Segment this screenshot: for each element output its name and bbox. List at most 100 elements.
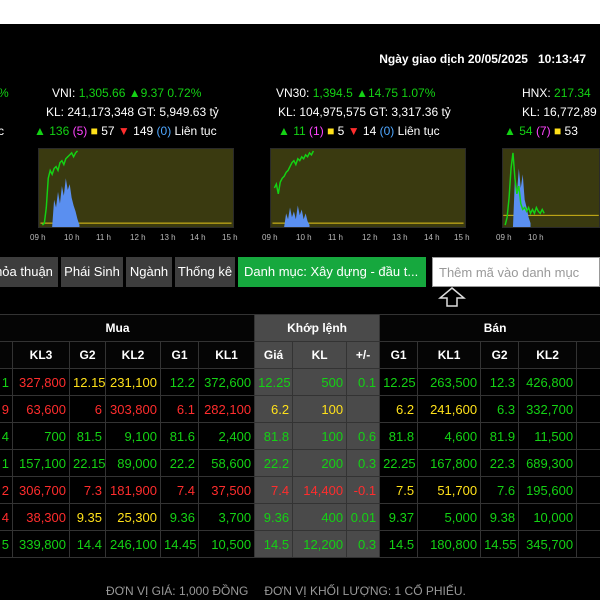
column-header: +/-	[346, 341, 381, 369]
table-cell: 6.1	[160, 395, 199, 423]
table-cell: -0.1	[346, 476, 381, 504]
vn30-ceil-count: (1)	[309, 124, 324, 138]
table-cell: 9	[576, 395, 600, 423]
table-cell: 25,300	[105, 503, 161, 531]
table-cell: 81.6	[160, 422, 199, 450]
table-cell: 14.4	[69, 530, 106, 558]
table-row[interactable]: 4 700 81.5 9,100 81.6 2,400 81.8 100 0.6 81.8 4,60…	[0, 422, 600, 450]
column-header: G2	[480, 341, 520, 369]
table-cell: 14,400	[292, 476, 348, 504]
table-cell: 400	[292, 503, 348, 531]
tab-thong-ke[interactable]: Thống kê	[175, 257, 235, 287]
down-arrow-icon: ▼	[117, 124, 130, 138]
table-cell: 9.36	[254, 503, 294, 531]
top-bar	[0, 0, 600, 24]
table-cell: 306,700	[12, 476, 70, 504]
column-header: Giá	[254, 341, 294, 369]
vn30-pct: 1.07%	[401, 86, 436, 100]
vni-floor-count: (0)	[156, 124, 172, 138]
time-tick: 10 h	[296, 233, 312, 242]
table-cell: 6.2	[254, 395, 294, 423]
table-row[interactable]: 2 306,700 7.3 181,900 7.4 37,500 7.4 14,400 -0.1…	[0, 476, 600, 504]
table-row[interactable]: 5 339,800 14.4 246,100 14.45 10,500 14.5 12,200…	[0, 530, 600, 558]
up-arrow-icon: ▲	[34, 124, 46, 138]
table-cell: 9,100	[105, 422, 161, 450]
vn30-value: 1,394.5	[312, 86, 353, 100]
table-cell: 7.6	[480, 476, 520, 504]
price-unit: ĐƠN VỊ GIÁ: 1,000 ĐỒNG	[106, 584, 249, 598]
hnx-intraday-chart	[502, 148, 600, 228]
table-cell: 14.5	[379, 530, 419, 558]
table-row[interactable]: 4 38,300 9.35 25,300 9.36 3,700 9.36 400 0.01 9.3…	[0, 503, 600, 531]
table-cell: 9.37	[379, 503, 419, 531]
hnx-volume: KL: 16,772,89	[522, 105, 597, 119]
table-cell: 332,700	[518, 395, 578, 423]
up-arrow-icon: ▲	[504, 124, 516, 138]
vni-pct: 0.72%	[167, 86, 202, 100]
vni-volume: KL: 241,173,348 GT: 5,949.63 tỷ	[46, 105, 219, 119]
time-tick: 15 h	[454, 233, 470, 242]
table-cell: 241,600	[417, 395, 482, 423]
volume-unit: ĐƠN VỊ KHỐI LƯỢNG: 1 CỔ PHIẾU.	[264, 584, 466, 598]
column-header: KL2	[105, 341, 161, 369]
vni-ref-count: 57	[101, 124, 115, 138]
table-cell: 200	[292, 449, 348, 477]
vni-summary: VNI: 1,305.66 ▲9.37 0.72%	[52, 86, 201, 100]
tab-nganh[interactable]: Ngành	[126, 257, 172, 287]
vni-up-count: 136	[49, 124, 70, 138]
vni-status: Liên tục	[174, 124, 217, 138]
table-cell: 12.25	[254, 368, 294, 396]
table-cell: 63,600	[12, 395, 70, 423]
table-cell: 14.5	[254, 530, 294, 558]
hnx-ref-count: 53	[564, 124, 578, 138]
table-row[interactable]: 1 157,100 22.15 89,000 22.2 58,600 22.2 200 0.3 2…	[0, 449, 600, 477]
table-cell: 6	[69, 395, 106, 423]
table-cell: 22.15	[69, 449, 106, 477]
table-cell: 5	[0, 530, 13, 558]
table-cell: 7.3	[69, 476, 106, 504]
table-cell: 157,100	[12, 449, 70, 477]
vn30-summary: VN30: 1,394.5 ▲14.75 1.07%	[276, 86, 435, 100]
table-cell: 167,800	[417, 449, 482, 477]
column-header	[0, 341, 13, 369]
table-cell: 9.38	[480, 503, 520, 531]
table-cell: 0.6	[346, 422, 381, 450]
table-cell: 181,900	[105, 476, 161, 504]
table-cell: 4	[576, 503, 600, 531]
table-cell: 4,600	[417, 422, 482, 450]
vn30-gt: GT: 3,317.36 tỷ	[369, 105, 451, 119]
table-cell: 81.5	[69, 422, 106, 450]
tab-thoa-thuan[interactable]: hỏa thuận	[0, 257, 58, 287]
vn30-breadth: ▲ 11 (1) ■ 5 ▼ 14 (0) Liên tục	[278, 124, 440, 138]
table-cell: 0.1	[346, 368, 381, 396]
vn30-status: Liên tục	[397, 124, 440, 138]
column-header: KL2	[518, 341, 578, 369]
time-tick: 09 h	[496, 233, 512, 242]
table-cell: 231,100	[105, 368, 161, 396]
table-cell: 4	[0, 503, 13, 531]
down-arrow-icon: ▼	[347, 124, 360, 138]
tab-danh-muc[interactable]: Danh mục: Xây dựng - đầu t...	[238, 257, 426, 287]
table-cell: 12.15	[69, 368, 106, 396]
column-header-row: KL3 G2 KL2 G1 KL1 Giá KL +/- G1 KL1 G2 KL2	[0, 341, 600, 369]
hnx-ceil-count: (7)	[535, 124, 551, 138]
table-row[interactable]: 1 327,800 12.15 231,100 12.2 372,600 12.25 500 0…	[0, 368, 600, 396]
table-cell: 3,700	[197, 503, 256, 531]
vn30-down-count: 14	[362, 124, 377, 138]
time-tick: 10 h	[528, 233, 544, 242]
vni-down-count: 149	[133, 124, 154, 138]
watchlist-add-input[interactable]	[432, 257, 600, 287]
hnx-value: 217.34	[554, 86, 591, 100]
table-row[interactable]: 9 63,600 6 303,800 6.1 282,100 6.2 100 6.2 241,60…	[0, 395, 600, 423]
table-cell: 0.01	[346, 503, 381, 531]
table-cell: 180,800	[417, 530, 482, 558]
table-cell: 9.36	[160, 503, 199, 531]
table-cell: 10,000	[518, 503, 578, 531]
table-cell: 700	[12, 422, 70, 450]
table-cell: 282,100	[197, 395, 256, 423]
table-cell: 22.3	[480, 449, 520, 477]
table-cell: 263,500	[417, 368, 482, 396]
tab-phai-sinh[interactable]: Phái Sinh	[61, 257, 123, 287]
table-cell: 2,400	[197, 422, 256, 450]
table-cell: 5	[576, 530, 600, 558]
